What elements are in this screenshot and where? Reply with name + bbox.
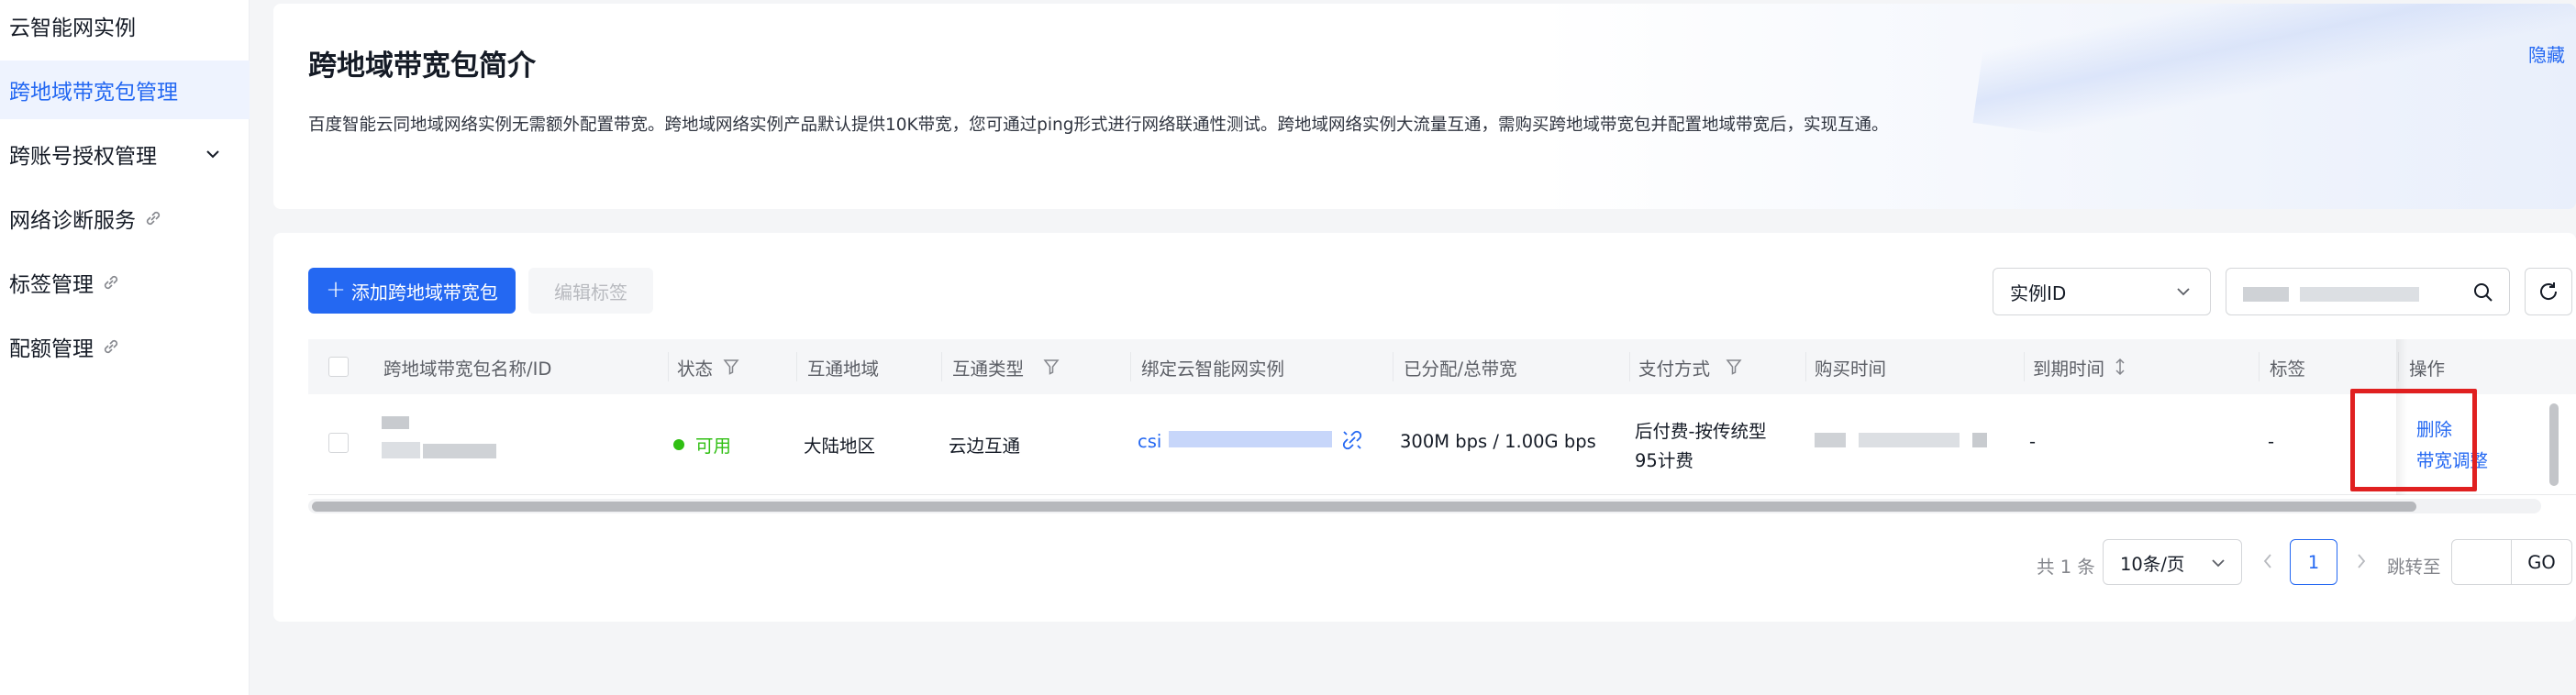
header-actions: 操作	[2409, 358, 2446, 380]
status-dot-icon	[673, 438, 684, 450]
external-link-icon	[146, 211, 161, 226]
decorative-background	[1972, 4, 2576, 209]
sidebar-item-cross-account-auth[interactable]: 跨账号授权管理	[0, 125, 250, 183]
header-name: 跨地域带宽包名称/ID	[383, 358, 552, 380]
header-bandwidth: 已分配/总带宽	[1404, 358, 1517, 380]
sidebar-item-label: 跨账号授权管理	[9, 145, 157, 169]
header-status: 状态	[677, 339, 740, 394]
jump-page-input[interactable]	[2451, 539, 2512, 585]
redacted-purchase-time	[1972, 433, 1987, 447]
redacted-text	[2300, 287, 2419, 302]
external-link-icon	[104, 275, 118, 290]
redacted-purchase-time	[1859, 433, 1960, 447]
row-checkbox[interactable]	[328, 433, 349, 453]
pagination-total: 共 1 条	[2037, 557, 2095, 578]
horizontal-scrollbar[interactable]	[308, 499, 2541, 513]
redacted-id	[382, 442, 420, 458]
table-row: 可用 大陆地区 云边互通 csi 300M bps / 1.00G bps 后付…	[308, 394, 2576, 495]
chevron-down-icon	[2212, 559, 2225, 568]
add-bandwidth-package-button[interactable]: + 添加跨地域带宽包	[308, 268, 516, 314]
header-instance: 绑定云智能网实例	[1141, 358, 1285, 380]
external-link-icon	[104, 339, 118, 354]
plus-icon: +	[326, 275, 346, 303]
chevron-down-icon	[206, 150, 219, 159]
sidebar-item-label: 云智能网实例	[9, 17, 136, 40]
chevron-down-icon	[2177, 288, 2190, 296]
redacted-text	[2243, 287, 2289, 302]
hide-link[interactable]: 隐藏	[2528, 40, 2565, 67]
main-card: + 添加跨地域带宽包 编辑标签 实例ID 跨地域带宽包名称/ID 状态 互通地域…	[273, 233, 2576, 622]
add-button-label: 添加跨地域带宽包	[350, 281, 498, 303]
sidebar-item-cloud-network-instance[interactable]: 云智能网实例	[0, 0, 250, 55]
redacted-instance-id	[1169, 431, 1332, 447]
redacted-id	[423, 444, 496, 458]
sort-icon[interactable]	[2112, 358, 2128, 376]
header-type: 互通类型	[952, 339, 1060, 394]
header-type-label: 互通类型	[952, 358, 1025, 380]
search-field-select[interactable]: 实例ID	[1993, 268, 2211, 315]
header-payment: 支付方式	[1638, 339, 1743, 394]
intro-card: 跨地域带宽包简介 百度智能云同地域网络实例无需额外配置带宽。跨地域网络实例产品默…	[273, 4, 2576, 209]
filter-icon[interactable]	[1725, 358, 1743, 376]
sidebar-item-bandwidth-package[interactable]: 跨地域带宽包管理	[0, 61, 250, 119]
vertical-scrollbar[interactable]	[2547, 394, 2561, 495]
sidebar-item-network-diagnosis[interactable]: 网络诊断服务	[0, 189, 250, 248]
refresh-icon	[2540, 282, 2558, 300]
header-expire-time: 到期时间	[2033, 339, 2128, 394]
sidebar-item-tag-management[interactable]: 标签管理	[0, 253, 250, 312]
sidebar-item-quota-management[interactable]: 配额管理	[0, 317, 250, 376]
prev-page-icon[interactable]	[2259, 550, 2277, 572]
status-text: 可用	[695, 436, 732, 457]
redacted-name	[382, 416, 409, 429]
header-tags: 标签	[2270, 358, 2306, 380]
sidebar-item-label: 标签管理	[9, 273, 94, 297]
redacted-purchase-time	[1815, 433, 1846, 447]
intro-description: 百度智能云同地域网络实例无需额外配置带宽。跨地域网络实例产品默认提供10K带宽，…	[308, 116, 1889, 135]
instance-prefix: csi	[1138, 431, 1162, 452]
refresh-button[interactable]	[2525, 268, 2572, 315]
search-icon[interactable]	[2472, 281, 2494, 303]
instance-link[interactable]: csi	[1138, 431, 1161, 452]
header-region: 互通地域	[807, 358, 880, 380]
page-size-select[interactable]: 10条/页	[2103, 539, 2242, 585]
edit-tags-button: 编辑标签	[528, 268, 653, 314]
go-button[interactable]: GO	[2512, 539, 2572, 585]
filter-icon[interactable]	[722, 358, 740, 376]
unbind-link-icon[interactable]	[1339, 427, 1365, 453]
region-cell: 大陆地区	[804, 436, 876, 457]
header-payment-label: 支付方式	[1638, 358, 1711, 380]
tags-cell: -	[2268, 431, 2275, 452]
bandwidth-cell: 300M bps / 1.00G bps	[1400, 431, 1596, 452]
jump-to-label: 跳转至	[2387, 557, 2441, 578]
intro-title: 跨地域带宽包简介	[308, 50, 536, 83]
type-cell: 云边互通	[949, 436, 1021, 457]
header-status-label: 状态	[677, 358, 714, 380]
select-all-checkbox[interactable]	[328, 357, 349, 377]
search-field-value: 实例ID	[2010, 281, 2067, 304]
header-expire-time-label: 到期时间	[2033, 358, 2105, 380]
search-input[interactable]	[2226, 268, 2510, 315]
sidebar-item-label: 配额管理	[9, 337, 94, 361]
scrollbar-thumb[interactable]	[312, 502, 2416, 512]
sidebar-item-label: 网络诊断服务	[9, 209, 136, 233]
highlight-annotation	[2350, 389, 2477, 491]
status-cell: 可用	[673, 431, 731, 458]
expire-time-cell: -	[2029, 431, 2037, 452]
header-purchase-time: 购买时间	[1815, 358, 1887, 380]
sidebar-item-label: 跨地域带宽包管理	[9, 81, 178, 105]
table-header: 跨地域带宽包名称/ID 状态 互通地域 互通类型 绑定云智能网实例 已分配/总带…	[308, 339, 2576, 394]
payment-cell-line2: 95计费	[1635, 450, 1693, 471]
page-size-value: 10条/页	[2120, 553, 2185, 575]
payment-cell-line1: 后付费-按传统型	[1635, 421, 1767, 442]
filter-icon[interactable]	[1042, 358, 1060, 376]
page-number-button[interactable]: 1	[2290, 539, 2337, 585]
sidebar: 云智能网实例 跨地域带宽包管理 跨账号授权管理 网络诊断服务 标签管理 配额管理	[0, 0, 250, 695]
scrollbar-thumb[interactable]	[2549, 403, 2559, 486]
next-page-icon[interactable]	[2352, 550, 2371, 572]
